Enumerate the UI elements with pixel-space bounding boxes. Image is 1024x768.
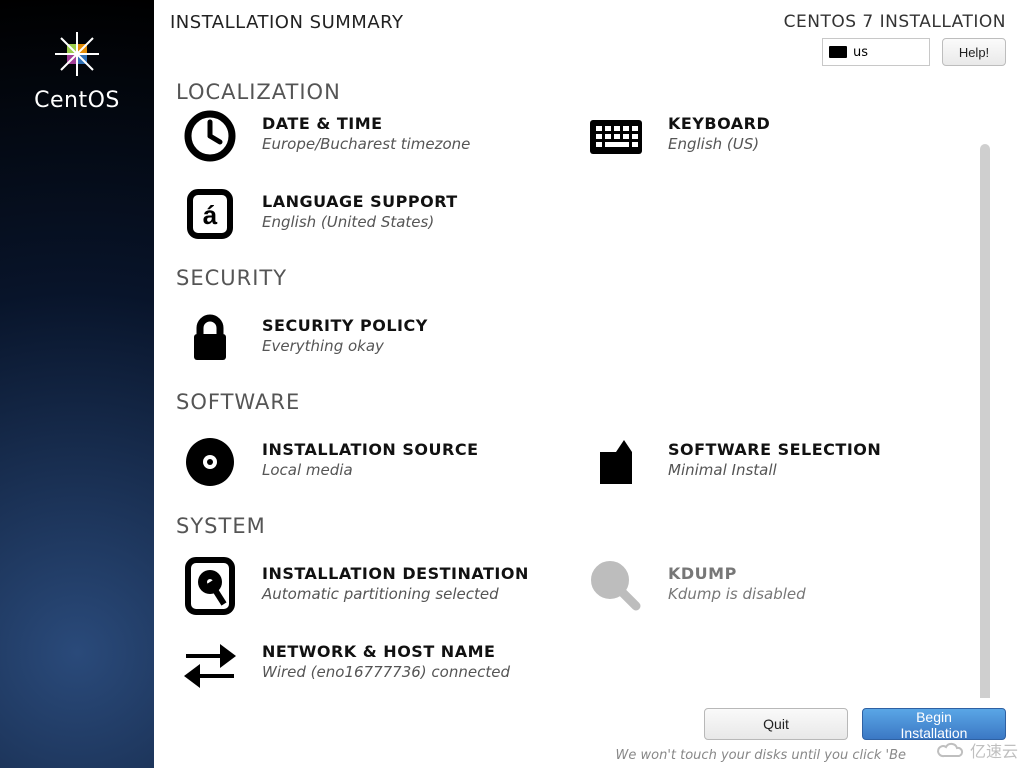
summary-content: LOCALIZATION DATE & TIME Europe/Buchares… [154, 66, 1024, 698]
language-icon: á [180, 186, 240, 242]
spoke-software-selection[interactable]: SOFTWARE SELECTION Minimal Install [582, 428, 962, 496]
watermark: 亿速云 [936, 738, 1018, 762]
spoke-security-policy[interactable]: SECURITY POLICY Everything okay [176, 304, 556, 372]
spoke-keyboard[interactable]: KEYBOARD English (US) [582, 102, 962, 170]
spoke-status: Kdump is disabled [668, 585, 806, 603]
section-system: SYSTEM [176, 514, 966, 538]
spoke-title: INSTALLATION SOURCE [262, 440, 479, 459]
spoke-title: INSTALLATION DESTINATION [262, 564, 529, 583]
harddisk-icon [180, 558, 240, 614]
section-security: SECURITY [176, 266, 966, 290]
magnifier-icon [586, 558, 646, 614]
spoke-status: English (United States) [262, 213, 458, 231]
centos-logo-icon [53, 30, 101, 78]
spoke-status: Europe/Bucharest timezone [262, 135, 470, 153]
spoke-datetime[interactable]: DATE & TIME Europe/Bucharest timezone [176, 102, 556, 170]
spoke-kdump[interactable]: KDUMP Kdump is disabled [582, 552, 962, 620]
spoke-status: Everything okay [262, 337, 428, 355]
section-software: SOFTWARE [176, 390, 966, 414]
svg-text:á: á [203, 200, 218, 230]
spoke-status: Automatic partitioning selected [262, 585, 529, 603]
keyboard-layout-text: us [853, 45, 868, 60]
spoke-title: NETWORK & HOST NAME [262, 642, 510, 661]
scrollbar[interactable] [980, 144, 990, 698]
spoke-title: KEYBOARD [668, 114, 770, 133]
spoke-title: LANGUAGE SUPPORT [262, 192, 458, 211]
spoke-network[interactable]: NETWORK & HOST NAME Wired (eno16777736) … [176, 630, 556, 698]
topbar: INSTALLATION SUMMARY CENTOS 7 INSTALLATI… [154, 0, 1024, 66]
watermark-text: 亿速云 [970, 738, 1018, 762]
page-title: INSTALLATION SUMMARY [170, 12, 403, 33]
spoke-language[interactable]: á LANGUAGE SUPPORT English (United State… [176, 180, 556, 248]
section-localization: LOCALIZATION [176, 80, 341, 102]
spoke-status: Minimal Install [668, 461, 881, 479]
help-button[interactable]: Help! [942, 38, 1006, 66]
lock-icon [180, 310, 240, 366]
network-arrows-icon [180, 636, 240, 692]
quit-button[interactable]: Quit [704, 708, 848, 740]
disc-icon [180, 434, 240, 490]
spoke-install-source[interactable]: INSTALLATION SOURCE Local media [176, 428, 556, 496]
keyboard-layout-indicator[interactable]: us [822, 38, 930, 66]
begin-install-button[interactable]: Begin Installation [862, 708, 1006, 740]
keyboard-icon [829, 46, 847, 58]
install-label: CENTOS 7 INSTALLATION [784, 12, 1006, 32]
spoke-title: SOFTWARE SELECTION [668, 440, 881, 459]
brand-logo: CentOS [34, 30, 120, 113]
spoke-title: KDUMP [668, 564, 806, 583]
package-icon [586, 434, 646, 490]
spoke-install-destination[interactable]: INSTALLATION DESTINATION Automatic parti… [176, 552, 556, 620]
footer: Quit Begin Installation We won't touch y… [154, 698, 1024, 768]
spoke-status: English (US) [668, 135, 770, 153]
spoke-status: Wired (eno16777736) connected [262, 663, 510, 681]
keyboard-icon [586, 108, 646, 164]
spoke-title: DATE & TIME [262, 114, 470, 133]
sidebar: CentOS [0, 0, 154, 768]
spoke-title: SECURITY POLICY [262, 316, 428, 335]
spoke-status: Local media [262, 461, 479, 479]
cloud-icon [936, 740, 966, 760]
clock-icon [180, 108, 240, 164]
brand-name: CentOS [34, 88, 120, 113]
